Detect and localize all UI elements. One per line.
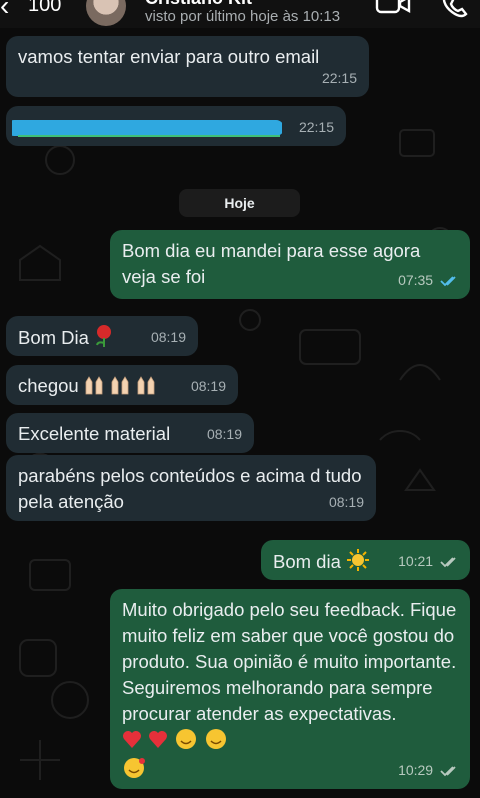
unread-count[interactable]: 100 bbox=[28, 0, 61, 17]
chat-header: ‹ 100 Cristiano Kit visto por último hoj… bbox=[0, 0, 480, 28]
smiling-face-hearts-emoji-icon bbox=[124, 758, 145, 778]
message-bubble-incoming[interactable]: vamos tentar enviar para outro email 22:… bbox=[6, 36, 369, 97]
message-text: vamos tentar enviar para outro email bbox=[18, 46, 320, 67]
day-separator: Hoje bbox=[179, 189, 300, 217]
phone-call-icon[interactable] bbox=[440, 0, 468, 18]
message-time: 08:19 bbox=[328, 494, 364, 510]
message-time: 22:15 bbox=[321, 70, 357, 86]
message-time: 10:29 bbox=[398, 762, 434, 778]
sun-emoji-icon bbox=[347, 549, 370, 571]
redacted-link-scribble bbox=[12, 120, 282, 137]
message-time: 07:35 bbox=[398, 272, 434, 288]
message-text: Muito obrigado pelo seu feedback. Fique … bbox=[122, 599, 457, 724]
video-call-icon[interactable] bbox=[375, 0, 411, 18]
message-meta: 10:29 bbox=[398, 757, 460, 783]
rose-emoji-icon bbox=[96, 325, 112, 347]
message-meta: 10:21 bbox=[398, 548, 460, 574]
delivered-double-check-icon bbox=[440, 557, 456, 568]
message-bubble-incoming[interactable]: Bom Dia 08:19 bbox=[6, 316, 198, 356]
raising-hands-emoji-icon bbox=[85, 376, 155, 395]
message-time: 08:19 bbox=[206, 426, 242, 442]
delivered-double-check-icon bbox=[440, 766, 456, 777]
message-text: Bom dia bbox=[273, 551, 341, 572]
message-time: 08:19 bbox=[190, 378, 226, 394]
message-text: Excelente material bbox=[18, 423, 171, 444]
message-bubble-incoming[interactable]: 22:15 bbox=[6, 106, 346, 146]
message-time: 22:15 bbox=[298, 119, 334, 135]
message-bubble-outgoing[interactable]: Bom dia eu mandei para esse agora veja s… bbox=[110, 230, 470, 299]
message-text: chegou bbox=[18, 375, 79, 396]
message-bubble-outgoing[interactable]: Bom dia 10:21 bbox=[261, 540, 470, 580]
read-double-check-icon bbox=[440, 276, 456, 287]
message-bubble-incoming[interactable]: parabéns pelos conteúdos e acima d tudo … bbox=[6, 455, 376, 521]
message-text: parabéns pelos conteúdos e acima d tudo … bbox=[18, 465, 362, 512]
message-bubble-outgoing[interactable]: Muito obrigado pelo seu feedback. Fique … bbox=[110, 589, 470, 789]
message-meta: 07:35 bbox=[398, 267, 460, 293]
message-time: 10:21 bbox=[398, 553, 434, 569]
message-bubble-incoming[interactable]: chegou 08:19 bbox=[6, 365, 238, 405]
last-seen-status: visto por último hoje às 10:13 bbox=[145, 8, 341, 25]
avatar[interactable] bbox=[86, 0, 126, 26]
back-chevron-icon[interactable]: ‹ bbox=[0, 0, 9, 20]
hearts-and-smiling-faces-emoji-icon bbox=[123, 729, 226, 749]
message-time: 08:19 bbox=[150, 329, 186, 345]
message-text: Bom Dia bbox=[18, 327, 89, 348]
message-bubble-incoming[interactable]: Excelente material 08:19 bbox=[6, 413, 254, 453]
